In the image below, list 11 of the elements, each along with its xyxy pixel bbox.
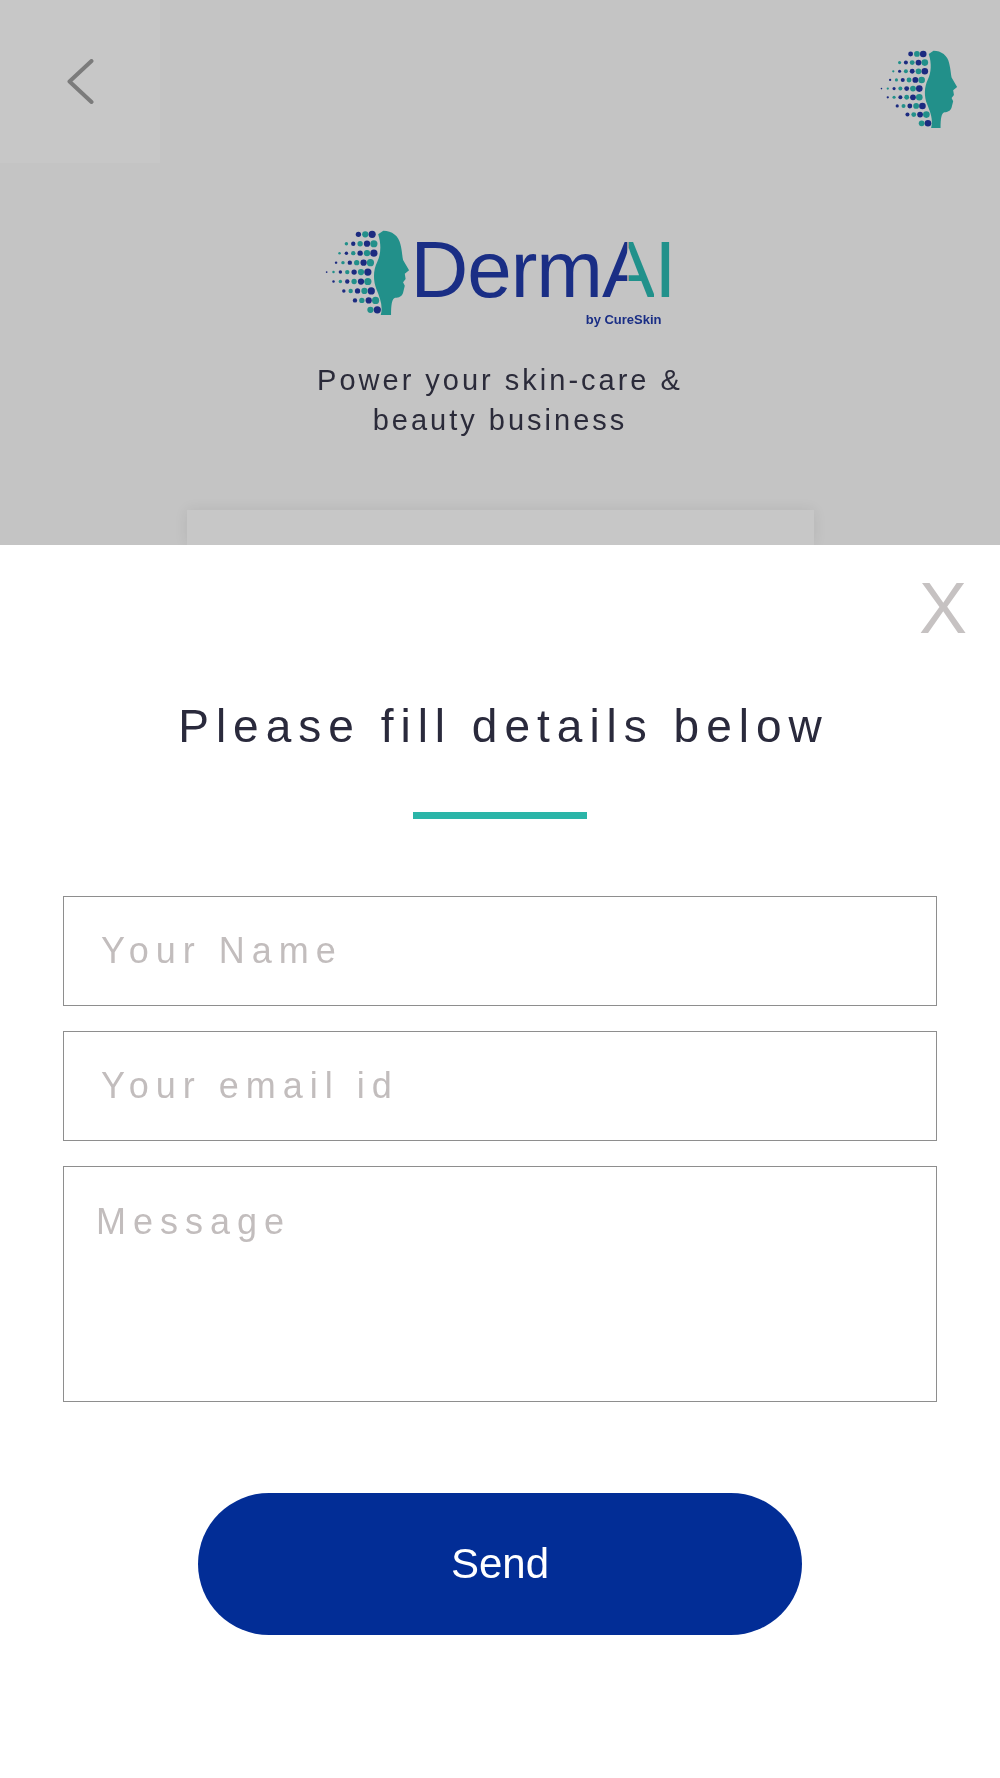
tagline-text: Power your skin-care & beauty business [316, 363, 684, 438]
face-logo-icon [324, 230, 411, 315]
input-field[interactable]: Your Name [63, 896, 937, 1006]
message-field[interactable]: Message [63, 1166, 937, 1402]
chevron-left-icon [66, 59, 94, 104]
logo-wordmark: DermAI [410, 230, 676, 310]
logo-byline: by CureSkin [585, 313, 662, 326]
input-field[interactable]: Your email id [63, 1031, 937, 1141]
form-title: Please fill details below [177, 703, 829, 749]
send-button[interactable]: Send [198, 1493, 802, 1635]
face-logo-icon [879, 50, 958, 128]
